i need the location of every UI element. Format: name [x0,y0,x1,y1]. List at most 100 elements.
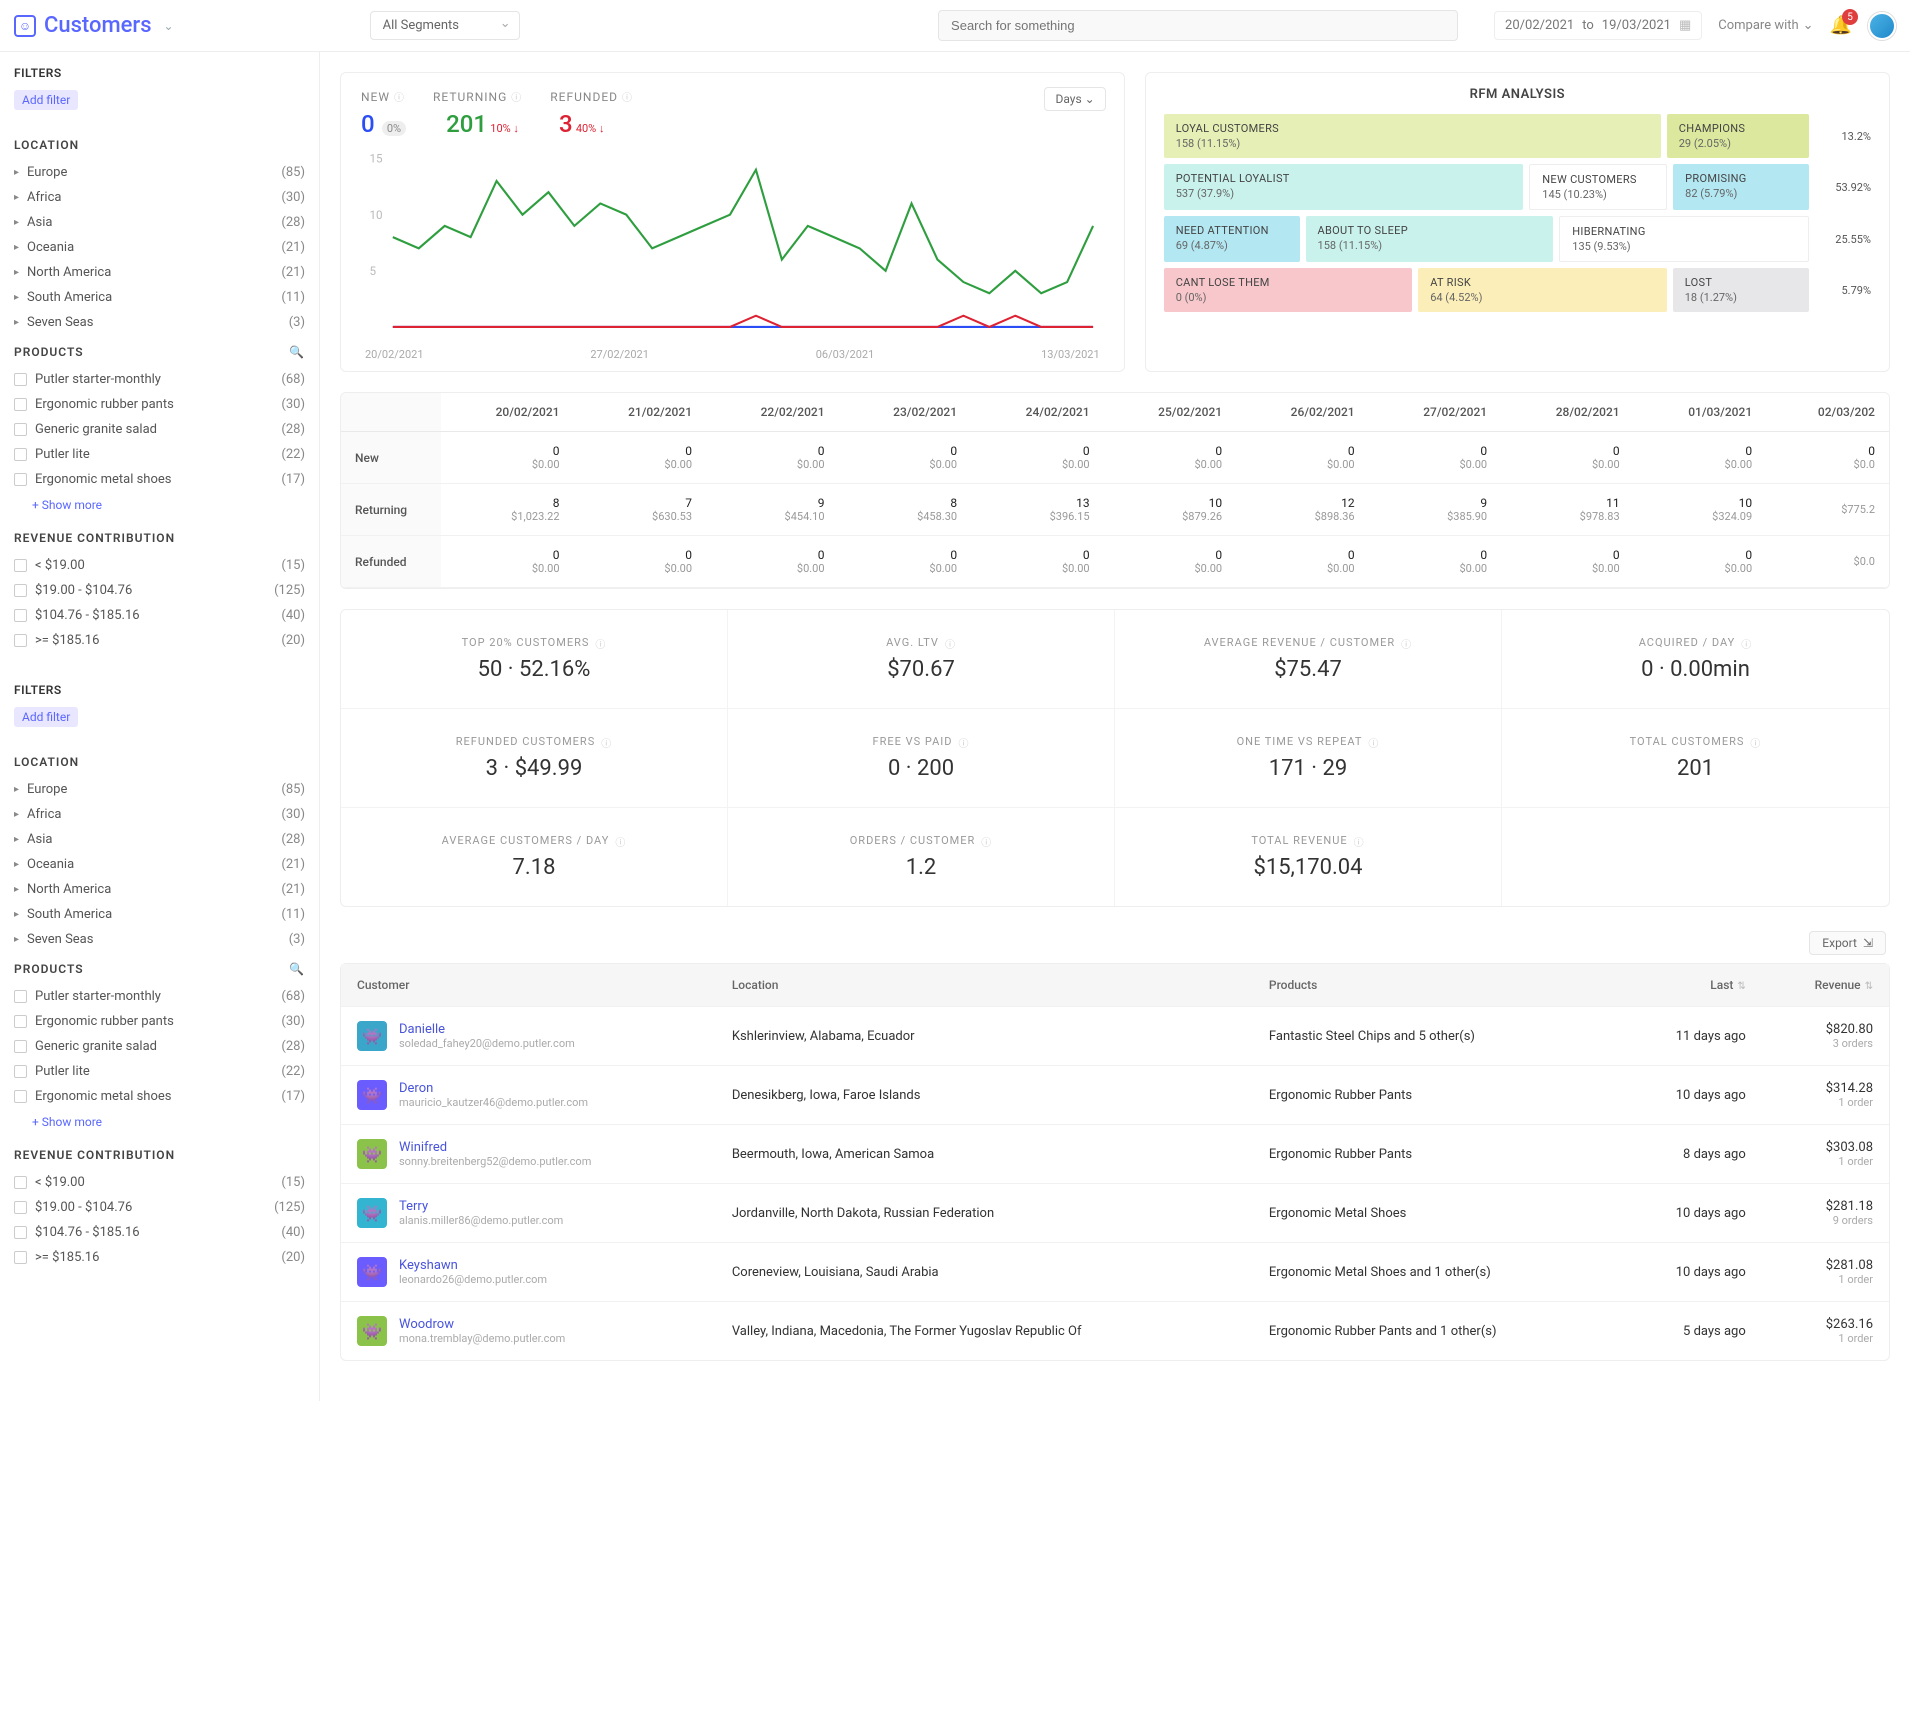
location-item[interactable]: ▸North America21 [14,260,305,285]
daily-table[interactable]: 20/02/202121/02/202122/02/202123/02/2021… [340,392,1890,589]
product-item[interactable]: Ergonomic rubber pants30 [14,1009,305,1034]
checkbox[interactable] [14,990,27,1003]
checkbox[interactable] [14,423,27,436]
rfm-segment[interactable]: LOST18 (1.27%) [1673,268,1809,312]
table-row[interactable]: 👾 Deronmauricio_kautzer46@demo.putler.co… [341,1066,1889,1125]
revenue-item[interactable]: $104.76 - $185.1640 [14,603,305,628]
checkbox[interactable] [14,373,27,386]
location-item[interactable]: ▸Europe85 [14,160,305,185]
col-revenue[interactable]: Revenue⇅ [1762,964,1889,1007]
tab-new[interactable]: NEW ⓘ [361,89,405,104]
revenue-item[interactable]: < $19.0015 [14,1170,305,1195]
checkbox[interactable] [14,1201,27,1214]
customer-name[interactable]: Winifred [399,1140,591,1155]
notifications-button[interactable]: 🔔 5 [1830,15,1852,36]
checkbox[interactable] [14,1251,27,1264]
checkbox[interactable] [14,584,27,597]
rfm-segment[interactable]: ABOUT TO SLEEP158 (11.15%) [1306,216,1554,262]
new-value: 0 [361,110,375,138]
product-item[interactable]: Putler lite22 [14,442,305,467]
rfm-segment[interactable]: NEED ATTENTION69 (4.87%) [1164,216,1300,262]
checkbox[interactable] [14,1065,27,1078]
location-item[interactable]: ▸Seven Seas3 [14,927,305,952]
col-last[interactable]: Last⇅ [1618,964,1762,1007]
location-item[interactable]: ▸Africa30 [14,802,305,827]
revenue-item[interactable]: $19.00 - $104.76125 [14,578,305,603]
granularity-select[interactable]: Days ⌄ [1044,87,1105,111]
checkbox[interactable] [14,1015,27,1028]
revenue-item[interactable]: $104.76 - $185.1640 [14,1220,305,1245]
product-item[interactable]: Ergonomic rubber pants30 [14,392,305,417]
tab-returning[interactable]: RETURNING ⓘ [433,89,522,104]
rfm-segment[interactable]: AT RISK64 (4.52%) [1418,268,1667,312]
product-item[interactable]: Ergonomic metal shoes17 [14,467,305,492]
rfm-segment[interactable]: PROMISING82 (5.79%) [1673,164,1809,210]
customer-revenue: $281.08 [1778,1258,1873,1273]
table-row[interactable]: 👾 Keyshawnleonardo26@demo.putler.com Cor… [341,1243,1889,1302]
avatar[interactable] [1868,12,1896,40]
table-row[interactable]: 👾 Terryalanis.miller86@demo.putler.com J… [341,1184,1889,1243]
search-input[interactable] [938,10,1458,41]
checkbox[interactable] [14,1040,27,1053]
product-item[interactable]: Generic granite salad28 [14,1034,305,1059]
checkbox[interactable] [14,634,27,647]
location-item[interactable]: ▸North America21 [14,877,305,902]
product-item[interactable]: Putler lite22 [14,1059,305,1084]
rfm-segment[interactable]: NEW CUSTOMERS145 (10.23%) [1529,164,1667,210]
location-item[interactable]: ▸Asia28 [14,827,305,852]
location-item[interactable]: ▸Europe85 [14,777,305,802]
add-filter-button[interactable]: Add filter [14,707,78,727]
product-item[interactable]: Putler starter-monthly68 [14,984,305,1009]
location-item[interactable]: ▸South America11 [14,902,305,927]
customer-name[interactable]: Woodrow [399,1317,565,1332]
checkbox[interactable] [14,1090,27,1103]
show-more-link[interactable]: + Show more [14,492,102,512]
page-title[interactable]: ☺ Customers ⌄ [14,13,174,38]
revenue-item[interactable]: < $19.0015 [14,553,305,578]
product-item[interactable]: Ergonomic metal shoes17 [14,1084,305,1109]
checkbox[interactable] [14,1176,27,1189]
checkbox[interactable] [14,398,27,411]
product-item[interactable]: Generic granite salad28 [14,417,305,442]
show-more-link[interactable]: + Show more [14,1109,102,1129]
location-item[interactable]: ▸Oceania21 [14,852,305,877]
checkbox[interactable] [14,1226,27,1239]
customer-name[interactable]: Danielle [399,1022,575,1037]
location-item[interactable]: ▸Oceania21 [14,235,305,260]
rfm-segment[interactable]: CHAMPIONS29 (2.05%) [1667,114,1809,158]
export-button[interactable]: Export ⇲ [1809,931,1886,955]
revenue-item[interactable]: >= $185.1620 [14,628,305,653]
col-customer[interactable]: Customer [341,964,716,1007]
table-row[interactable]: 👾 Daniellesoledad_fahey20@demo.putler.co… [341,1007,1889,1066]
add-filter-button[interactable]: Add filter [14,90,78,110]
rfm-segment[interactable]: CANT LOSE THEM0 (0%) [1164,268,1413,312]
location-item[interactable]: ▸Seven Seas3 [14,310,305,335]
rfm-segment[interactable]: POTENTIAL LOYALIST537 (37.9%) [1164,164,1524,210]
checkbox[interactable] [14,559,27,572]
table-row[interactable]: 👾 Winifredsonny.breitenberg52@demo.putle… [341,1125,1889,1184]
revenue-item[interactable]: >= $185.1620 [14,1245,305,1270]
revenue-item[interactable]: $19.00 - $104.76125 [14,1195,305,1220]
customer-name[interactable]: Keyshawn [399,1258,547,1273]
location-item[interactable]: ▸South America11 [14,285,305,310]
checkbox[interactable] [14,448,27,461]
search-icon[interactable]: 🔍 [289,962,305,976]
product-item[interactable]: Putler starter-monthly68 [14,367,305,392]
col-location[interactable]: Location [716,964,1253,1007]
tab-refunded[interactable]: REFUNDED ⓘ [550,89,633,104]
compare-label: Compare with [1718,18,1798,33]
customer-name[interactable]: Deron [399,1081,588,1096]
search-icon[interactable]: 🔍 [289,345,305,359]
compare-with[interactable]: Compare with ⌄ [1718,18,1813,33]
rfm-segment[interactable]: LOYAL CUSTOMERS158 (11.15%) [1164,114,1661,158]
segment-select[interactable]: All Segments [370,11,520,40]
date-range-picker[interactable]: 20/02/2021 to 19/03/2021 ▦ [1494,11,1702,40]
checkbox[interactable] [14,473,27,486]
col-products[interactable]: Products [1253,964,1618,1007]
checkbox[interactable] [14,609,27,622]
location-item[interactable]: ▸Asia28 [14,210,305,235]
customer-name[interactable]: Terry [399,1199,563,1214]
rfm-segment[interactable]: HIBERNATING135 (9.53%) [1559,216,1809,262]
table-row[interactable]: 👾 Woodrowmona.tremblay@demo.putler.com V… [341,1302,1889,1361]
location-item[interactable]: ▸Africa30 [14,185,305,210]
